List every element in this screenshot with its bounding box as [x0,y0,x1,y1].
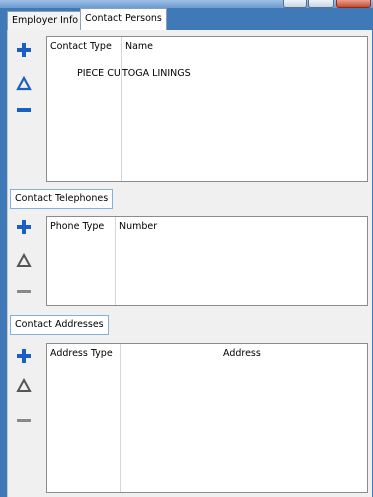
edit-address-button[interactable] [16,378,32,394]
plus-icon [17,43,31,57]
delta-edit-icon [16,378,32,392]
tab-strip: Employer Info Contact Persons [0,8,373,31]
minus-icon [17,419,31,422]
column-header-address[interactable]: Address [223,348,261,359]
edit-contact-person-button[interactable] [16,76,32,92]
tab-contact-persons[interactable]: Contact Persons [80,8,167,31]
plus-icon [17,220,31,234]
contact-addresses-label: Contact Addresses [10,315,109,335]
contact-telephones-label: Contact Telephones [10,189,114,209]
column-header-address-type[interactable]: Address Type [50,348,113,359]
plus-icon [17,349,31,363]
contact-type-cell[interactable]: PIECE CU [77,68,121,79]
minus-icon [17,290,31,293]
column-header-contact-type[interactable]: Contact Type [50,41,112,52]
add-telephone-button[interactable] [16,219,32,235]
minus-icon [17,108,31,112]
tab-employer-info[interactable]: Employer Info [7,11,84,30]
add-contact-person-button[interactable] [16,42,32,58]
window-titlebar [0,0,373,8]
contact-persons-panel: Contact Type Name PIECE CU TOGA LININGS … [7,30,372,497]
remove-contact-person-button[interactable] [16,102,32,118]
remove-address-button[interactable] [16,413,32,429]
close-button[interactable] [336,0,371,8]
column-header-name[interactable]: Name [125,41,153,52]
delta-edit-icon [16,76,32,91]
delta-edit-icon [16,253,32,267]
column-separator [115,217,116,305]
maximize-button[interactable] [308,0,334,8]
column-header-number[interactable]: Number [119,221,157,232]
minimize-button[interactable] [283,0,307,8]
column-header-phone-type[interactable]: Phone Type [50,221,104,232]
name-cell[interactable]: TOGA LININGS [122,68,191,79]
contact-telephones-grid[interactable]: Phone Type Number [46,216,368,306]
contact-addresses-grid[interactable]: Address Type Address [46,343,368,493]
contact-persons-grid[interactable]: Contact Type Name PIECE CU TOGA LININGS [46,36,368,182]
column-separator [120,344,121,492]
column-separator [121,37,122,181]
add-address-button[interactable] [16,348,32,364]
edit-telephone-button[interactable] [16,253,32,269]
remove-telephone-button[interactable] [16,284,32,300]
